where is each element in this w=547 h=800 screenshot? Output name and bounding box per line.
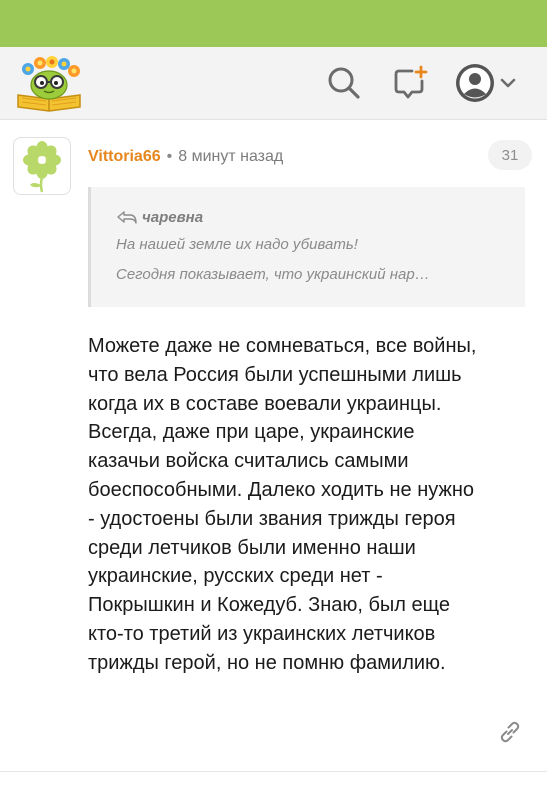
body-line: боеспособными. Далеко ходить не нужно	[88, 478, 475, 501]
body-line: среди летчиков были именно наши	[88, 536, 416, 559]
divider	[0, 771, 547, 772]
body-line: трижды герой, но не помню фамилию.	[88, 651, 446, 674]
quote-author-row: чаревна	[116, 207, 525, 227]
quoted-reply[interactable]: чаревна На нашей земле их надо убивать! …	[88, 187, 525, 307]
quote-line: На нашей земле их надо убивать!	[116, 236, 358, 253]
body-line: Можете даже не сомневаться, все войны,	[88, 335, 477, 357]
comment-time: 8 минут назад	[178, 148, 284, 165]
search-icon[interactable]	[324, 63, 364, 103]
body-line: Покрышкин и Кожедуб. Знаю, был еще	[88, 594, 451, 617]
body-line: - удостоены были звания трижды героя	[88, 507, 456, 530]
body-line: что вела Россия были успешными лишь	[88, 363, 462, 386]
site-header	[0, 47, 547, 120]
chevron-down-icon	[500, 78, 516, 88]
user-menu-button[interactable]	[455, 63, 519, 103]
body-line: кто-то третий из украинских летчиков	[88, 622, 436, 645]
site-logo[interactable]	[14, 55, 84, 113]
quote-author-name: чаревна	[142, 208, 204, 226]
author-name[interactable]: Vittoria66	[88, 148, 161, 165]
reply-arrow-icon	[117, 211, 137, 224]
link-icon[interactable]	[497, 719, 523, 745]
body-line: украинские, русских среди нет -	[88, 565, 383, 588]
comment-body: Можете даже не сомневаться, все войны, ч…	[88, 332, 533, 678]
comment-counter-badge[interactable]: 31	[488, 140, 532, 170]
quote-line: Сегодня показывает, что украинский нар…	[116, 266, 430, 283]
compose-plus-icon[interactable]	[390, 63, 430, 103]
comment-card: Vittoria66 • 8 минут назад 31 чаревна На н…	[0, 120, 547, 800]
comment-meta: Vittoria66 • 8 минут назад	[88, 147, 283, 167]
top-bar	[0, 0, 547, 47]
body-line: казачьи войска считались самыми	[88, 450, 409, 473]
body-line: Всегда, даже при царе, украинские	[88, 421, 415, 444]
meta-separator: •	[166, 148, 173, 165]
author-avatar[interactable]	[13, 137, 71, 195]
body-line: когда их в составе воевали украинцы.	[88, 392, 442, 415]
flower-icon	[23, 141, 61, 193]
user-avatar-icon	[456, 64, 494, 102]
